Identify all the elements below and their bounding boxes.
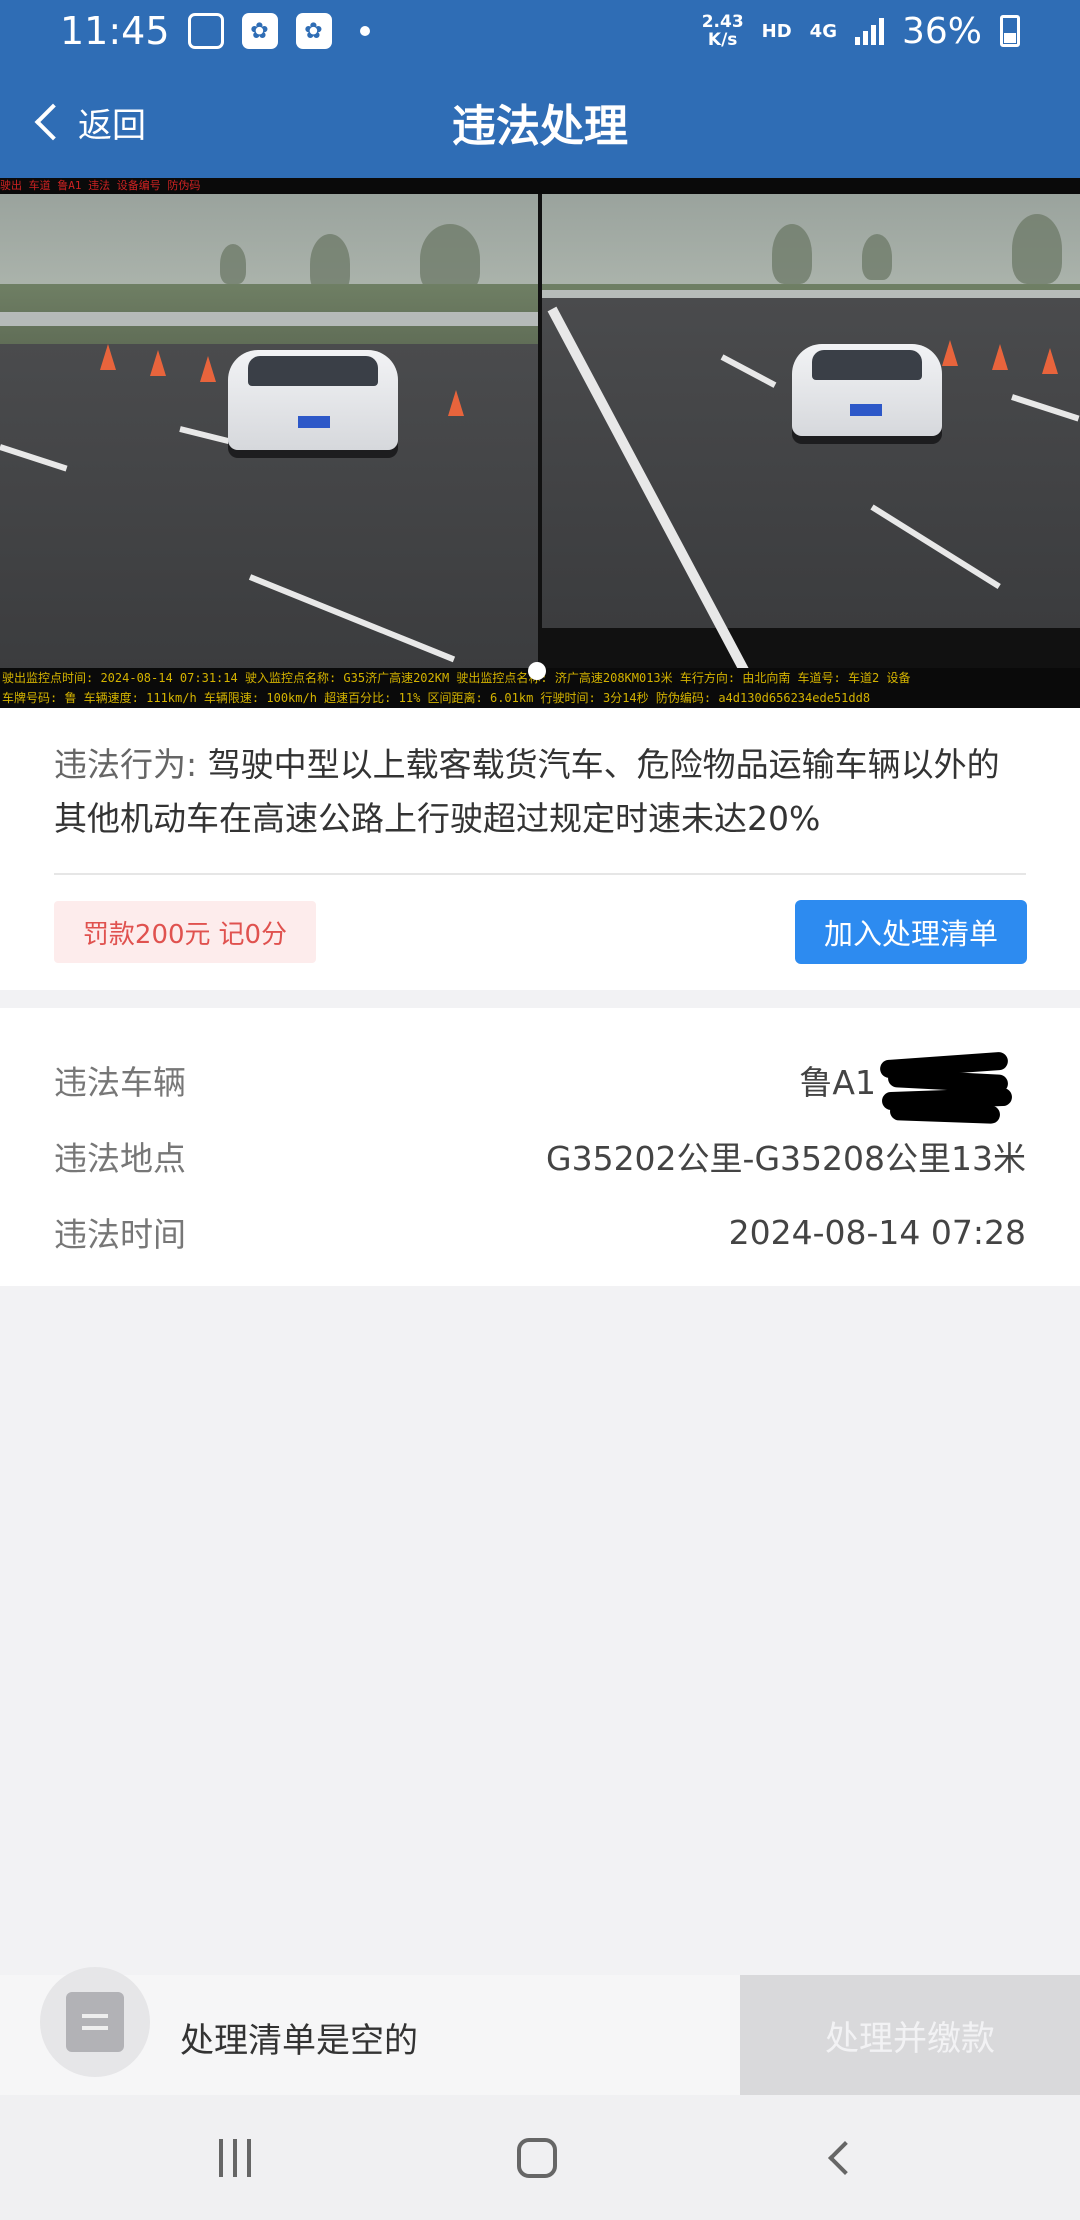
bottom-action-bar: 处理清单是空的 处理并缴款: [0, 1967, 1080, 2095]
battery-icon: [1000, 15, 1020, 47]
network-type: 4G: [809, 20, 837, 42]
penalty-points: 记0分: [218, 919, 288, 950]
violation-details-card: 违法车辆 鲁A1 违法地点 G35202公里-G35208公里13米 违法时间 …: [0, 1008, 1080, 1286]
app-header: 11:45 ✿ ✿ 2.43 K/s HD 4G 36% 返回 违法处理: [0, 0, 1080, 178]
baidu-paw-icon: ✿: [295, 13, 332, 49]
detail-row-time: 违法时间 2024-08-14 07:28: [54, 1202, 1026, 1262]
signal-icon: [854, 17, 884, 45]
battery-percent: 36%: [901, 10, 982, 52]
violation-label: 违法行为:: [54, 745, 198, 784]
status-bar: 11:45 ✿ ✿ 2.43 K/s HD 4G 36%: [0, 0, 1080, 62]
evidence-photo-right[interactable]: [542, 194, 1080, 668]
detail-label: 违法时间: [54, 1215, 186, 1254]
page-title: 违法处理: [452, 101, 628, 152]
net-speed: 2.43 K/s: [702, 13, 744, 49]
net-speed-value: 2.43: [701, 12, 744, 32]
home-button[interactable]: [492, 2123, 582, 2193]
back-arrow-icon: [828, 2141, 862, 2175]
divider: [54, 873, 1026, 875]
recents-icon: [219, 2139, 251, 2177]
detail-label: 违法车辆: [54, 1063, 186, 1102]
recents-button[interactable]: [190, 2123, 280, 2193]
home-icon: [517, 2138, 557, 2178]
gallery-icon: [187, 13, 224, 49]
net-speed-unit: K/s: [707, 30, 738, 50]
nav-bar: 返回 违法处理: [0, 62, 1080, 178]
detail-row-location: 违法地点 G35202公里-G35208公里13米: [54, 1126, 1026, 1186]
process-and-pay-button[interactable]: 处理并缴款: [740, 1975, 1080, 2095]
process-list-button[interactable]: [40, 1967, 150, 2077]
baidu-paw-icon: ✿: [241, 13, 278, 49]
cart-status: 处理清单是空的: [180, 2021, 418, 2061]
status-right: 2.43 K/s HD 4G 36%: [702, 11, 1020, 52]
system-nav-bar: [0, 2095, 1080, 2220]
photo-top-caption: 驶出 车道 鲁A1 违法 设备编号 防伪码: [0, 178, 1080, 194]
add-to-list-button[interactable]: 加入处理清单: [795, 900, 1027, 964]
photo-caption-line2: 车牌号码: 鲁 车辆速度: 111km/h 车辆限速: 100km/h 超速百分…: [2, 691, 871, 705]
system-back-button[interactable]: [800, 2123, 890, 2193]
detail-row-vehicle: 违法车辆 鲁A1: [54, 1050, 1026, 1124]
status-left: 11:45 ✿ ✿: [60, 9, 370, 53]
evidence-photo-carousel[interactable]: 驶出 车道 鲁A1 违法 设备编号 防伪码 驶出监控点时间: 2024-08-1…: [0, 178, 1080, 708]
violation-card: 违法行为: 驾驶中型以上载客载货汽车、危险物品运输车辆以外的其他机动车在高速公路…: [0, 708, 1080, 990]
fine-badge: 罚款200元 记0分: [54, 901, 316, 963]
detail-value: 2024-08-14 07:28: [728, 1212, 1026, 1252]
redaction-scribble: [879, 1051, 1016, 1124]
list-icon: [66, 1992, 124, 2052]
detail-value: G35202公里-G35208公里13米: [546, 1139, 1026, 1178]
detail-label: 违法地点: [54, 1139, 186, 1178]
violation-description: 违法行为: 驾驶中型以上载客载货汽车、危险物品运输车辆以外的其他机动车在高速公路…: [54, 738, 1029, 846]
evidence-photo-left[interactable]: [0, 194, 538, 668]
status-time: 11:45: [60, 9, 170, 53]
carousel-pager-dot[interactable]: [528, 662, 546, 680]
notification-dot-icon: [359, 26, 370, 36]
hd-indicator: HD: [761, 20, 792, 42]
fine-amount: 罚款200元: [82, 919, 211, 950]
